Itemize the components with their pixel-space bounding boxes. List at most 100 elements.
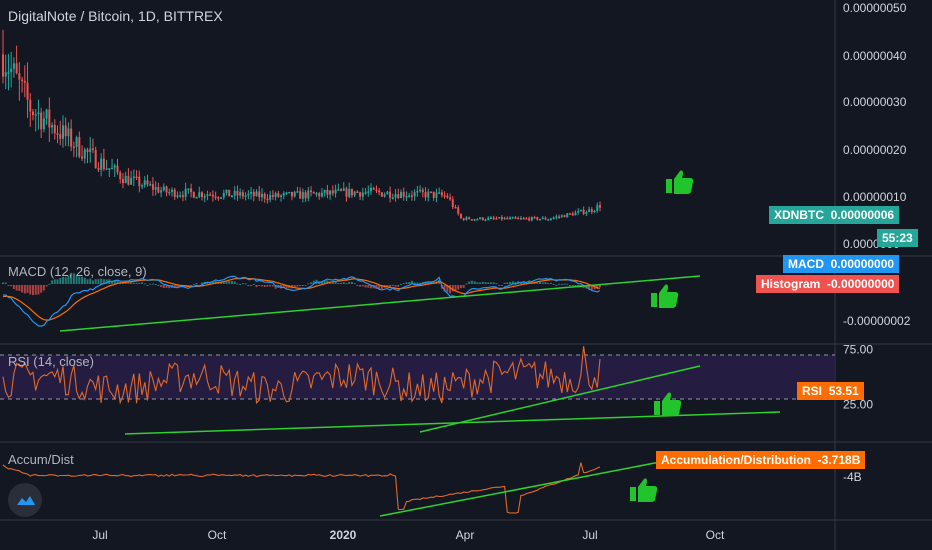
macd-histogram-bar (97, 279, 100, 284)
price-candle (162, 186, 165, 191)
price-candle (168, 191, 171, 194)
macd-histogram-bar (250, 285, 253, 286)
price-candle (108, 168, 111, 170)
macd-histogram-bar (51, 280, 54, 284)
price-candle (492, 217, 495, 219)
macd-histogram-bar (468, 281, 471, 284)
macd-histogram-bar (558, 283, 561, 285)
price-candle (454, 206, 457, 209)
price-candle (593, 210, 596, 213)
price-candle (56, 133, 59, 135)
price-candle (102, 158, 105, 169)
price-candle (274, 193, 277, 197)
symbol-tag: XDNBTC 0.00000006 (769, 206, 900, 224)
macd-histogram-bar (334, 282, 337, 284)
macd-histogram-bar (247, 285, 250, 287)
price-candle (372, 187, 375, 190)
macd-histogram-bar (345, 283, 348, 285)
macd-histogram-bar (132, 282, 135, 284)
price-candle (190, 188, 193, 193)
price-candle (288, 191, 291, 194)
macd-histogram-bar (454, 285, 457, 291)
price-candle (405, 196, 408, 198)
macd-histogram-bar (549, 282, 552, 284)
tradingview-logo[interactable] (8, 483, 42, 517)
macd-histogram-bar (459, 285, 462, 289)
price-candle (252, 191, 255, 197)
price-candle (413, 192, 416, 197)
price-candle (495, 218, 498, 220)
price-candle (451, 199, 454, 207)
price-candle (364, 192, 367, 194)
price-candle (176, 195, 179, 198)
macd-histogram-bar (135, 282, 138, 284)
macd-histogram-bar (359, 285, 362, 287)
ad-tag: Accumulation/Distribution -3.718B (656, 451, 866, 469)
macd-axis-tick: -0.00000002 (843, 314, 911, 328)
price-candle (315, 193, 318, 195)
macd-histogram-bar (296, 285, 299, 287)
price-candle (192, 192, 195, 198)
macd-histogram-bar (138, 282, 141, 284)
price-candle (81, 156, 84, 159)
macd-histogram-bar (228, 280, 231, 284)
price-candle (555, 216, 558, 219)
macd-histogram-bar (400, 283, 402, 285)
price-candle (566, 213, 569, 218)
macd-histogram-bar (160, 285, 163, 288)
price-candle (67, 128, 70, 137)
macd-histogram-bar (239, 283, 242, 285)
macd-histogram-bar (53, 279, 56, 284)
x-axis-tick: Jul (582, 528, 597, 542)
price-candle (571, 213, 574, 216)
macd-histogram-bar (29, 285, 32, 295)
price-candle (236, 190, 239, 196)
price-candle (184, 188, 187, 197)
price-candle (113, 165, 116, 168)
price-candle (449, 197, 452, 200)
macd-histogram-bar (470, 280, 473, 284)
macd-tag: MACD 0.00000000 (783, 255, 900, 273)
thumbs-up-icon (630, 478, 658, 502)
macd-histogram-bar (394, 285, 397, 287)
price-candle (577, 210, 580, 213)
price-candle (293, 191, 296, 197)
x-axis-tick: Apr (456, 528, 475, 542)
countdown-tag: 55:23 (877, 229, 918, 247)
price-candle (266, 198, 269, 201)
price-candle (255, 191, 258, 197)
price-candle (247, 193, 250, 196)
price-candle (220, 197, 223, 199)
price-axis-tick: 0.00000050 (843, 1, 907, 15)
price-axis-tick: 0.00000040 (843, 49, 907, 63)
macd-histogram-bar (146, 285, 149, 286)
price-candle (528, 218, 531, 221)
price-candle (138, 176, 141, 187)
price-candle (389, 191, 392, 198)
price-candle (533, 217, 536, 219)
macd-histogram-bar (2, 282, 4, 284)
macd-histogram-bar (509, 281, 512, 284)
price-candle (599, 205, 601, 208)
macd-histogram-bar (266, 285, 269, 287)
price-candle (410, 195, 413, 197)
rsi-tag: RSI 53.51 (797, 382, 864, 400)
price-candle (558, 216, 561, 219)
macd-histogram-bar (498, 285, 501, 286)
cloud-icon (17, 496, 35, 505)
price-candle (560, 215, 563, 217)
price-candle (222, 192, 225, 198)
price-candle (94, 149, 97, 169)
thumbs-up-icon (651, 284, 679, 308)
price-candle (119, 172, 122, 180)
macd-histogram-bar (539, 281, 542, 284)
macd-histogram-bar (127, 283, 130, 285)
macd-histogram-bar (4, 282, 7, 284)
price-candle (318, 193, 321, 197)
price-candle (151, 184, 154, 190)
macd-histogram-bar (487, 282, 490, 284)
macd-histogram-bar (141, 282, 144, 284)
price-candle (10, 68, 13, 73)
macd-histogram-bar (495, 283, 498, 285)
price-candle (481, 217, 484, 220)
